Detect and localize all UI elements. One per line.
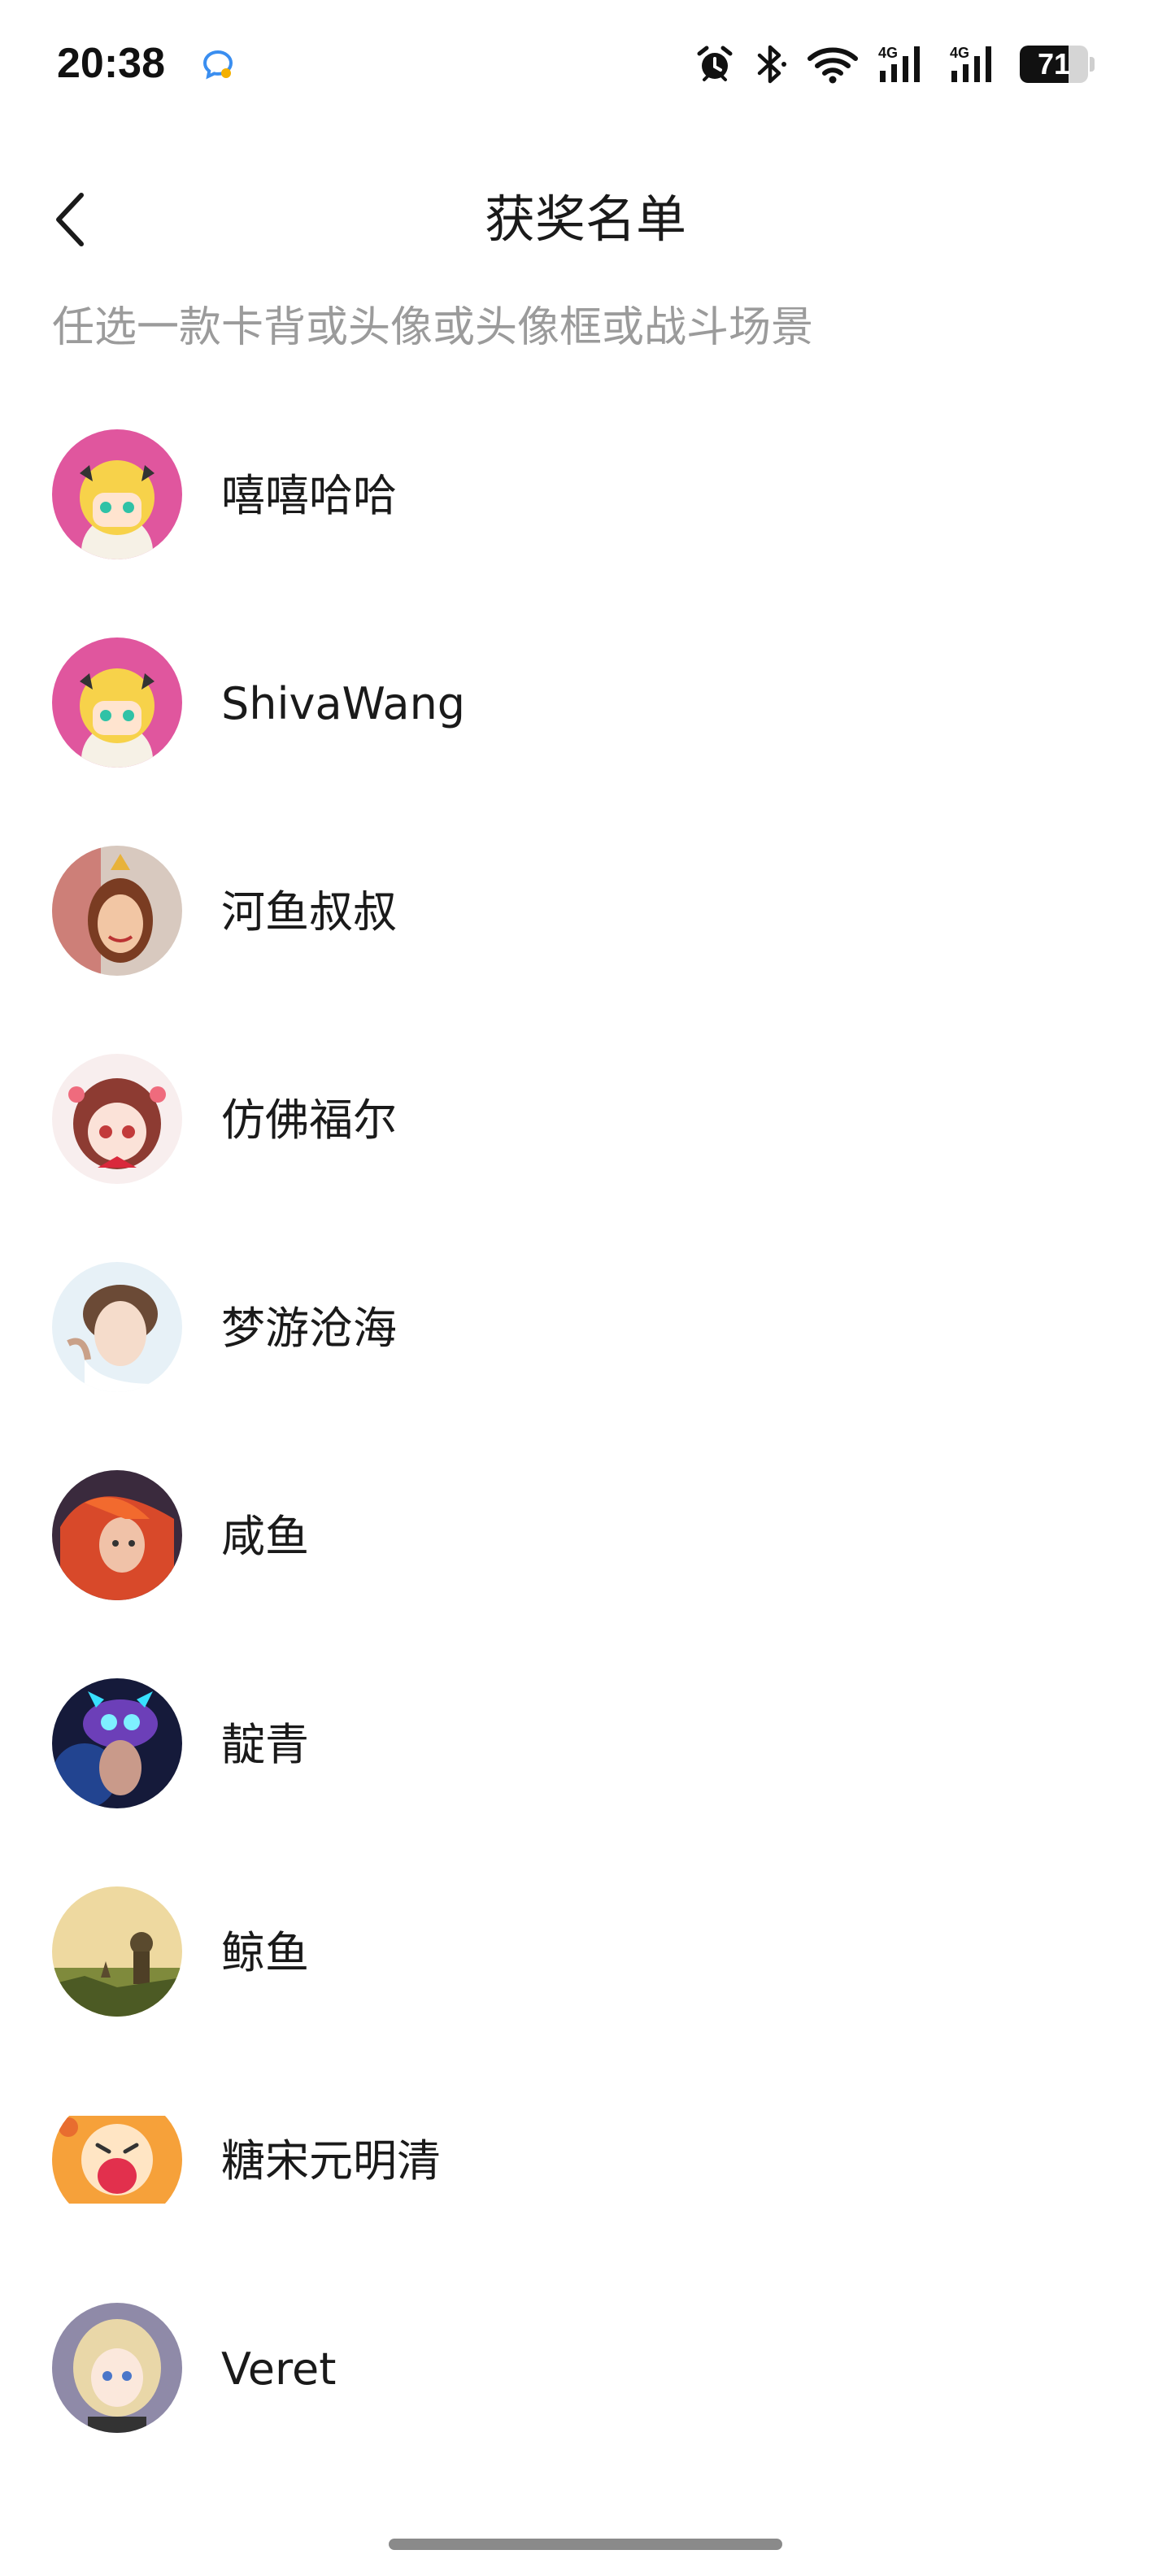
winner-item[interactable]: 梦游沧海 [0, 1228, 1171, 1436]
avatar [52, 1678, 182, 1808]
winner-name: 河鱼叔叔 [221, 886, 397, 938]
page-header: 获奖名单 [0, 171, 1171, 268]
status-bar: 20:38 4G 4G 71 [0, 0, 1171, 122]
avatar [52, 2303, 182, 2433]
winner-item[interactable]: 鲸鱼 [0, 1852, 1171, 2060]
winner-name: 靛青 [221, 1719, 309, 1770]
avatar [52, 2095, 182, 2225]
avatar [52, 1886, 182, 2017]
wifi-icon [808, 47, 858, 84]
chat-bubble-icon [198, 46, 237, 85]
page-title: 获奖名单 [484, 189, 686, 249]
winner-item[interactable]: 靛青 [0, 1644, 1171, 1852]
winner-item[interactable]: 河鱼叔叔 [0, 812, 1171, 1020]
winner-name: 嘻嘻哈哈 [221, 470, 397, 521]
battery-indicator: 71 [1020, 46, 1095, 83]
svg-text:4G: 4G [878, 45, 898, 61]
winner-name: 咸鱼 [221, 1511, 309, 1562]
avatar [52, 1262, 182, 1392]
status-time: 20:38 [57, 40, 165, 87]
bluetooth-icon [757, 45, 786, 84]
prize-description: 任选一款卡背或头像或头像框或战斗场景 [52, 303, 814, 352]
winner-name: Veret [221, 2343, 337, 2395]
avatar [52, 637, 182, 768]
home-indicator[interactable] [389, 2539, 782, 2550]
winner-name: 糖宋元明清 [221, 2135, 441, 2187]
winner-item[interactable]: Veret [0, 2269, 1171, 2477]
status-icons: 4G 4G 71 [694, 36, 1095, 93]
winner-item[interactable]: 糖宋元明清 [0, 2060, 1171, 2269]
winner-name: ShivaWang [221, 678, 466, 729]
winner-item[interactable]: 嘻嘻哈哈 [0, 395, 1171, 603]
avatar [52, 1470, 182, 1600]
battery-level: 71 [1037, 47, 1071, 80]
alarm-icon [697, 46, 733, 81]
winner-name: 鲸鱼 [221, 1927, 309, 1978]
signal-4g-icon: 4G [878, 45, 920, 82]
winner-list: 嘻嘻哈哈 ShivaWang 河鱼叔叔 仿佛福尔 梦游沧海 咸鱼 靛青 鲸鱼 糖… [0, 395, 1171, 2477]
signal-4g-icon: 4G [950, 45, 991, 82]
avatar [52, 429, 182, 559]
winner-item[interactable]: 仿佛福尔 [0, 1020, 1171, 1228]
winner-name: 梦游沧海 [221, 1303, 397, 1354]
avatar [52, 846, 182, 976]
avatar [52, 1054, 182, 1184]
winner-item[interactable]: 咸鱼 [0, 1436, 1171, 1644]
winner-name: 仿佛福尔 [221, 1094, 397, 1146]
svg-text:4G: 4G [950, 45, 969, 61]
winner-item[interactable]: ShivaWang [0, 603, 1171, 812]
